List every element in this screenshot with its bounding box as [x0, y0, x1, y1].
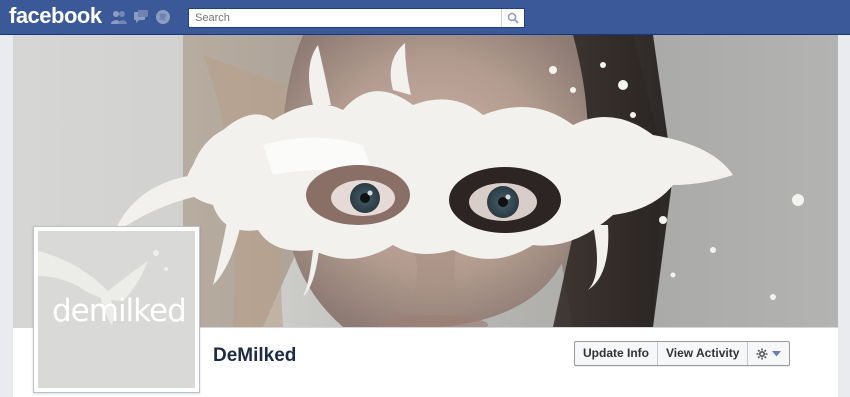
profile-picture[interactable]: demilked [33, 226, 200, 393]
page-margin-left [0, 35, 13, 397]
profile-picture-image: demilked [38, 231, 195, 388]
top-bar: facebook [0, 0, 850, 35]
facebook-logo[interactable]: facebook [9, 3, 102, 29]
search-icon [507, 12, 519, 24]
profile-name[interactable]: DeMilked [213, 345, 296, 367]
settings-dropdown-button[interactable] [748, 342, 789, 365]
profile-actions: Update Info View Activity [574, 341, 791, 366]
view-activity-button[interactable]: View Activity [658, 342, 749, 365]
gear-icon [756, 348, 768, 359]
search-box [188, 8, 525, 28]
search-button[interactable] [501, 9, 524, 27]
notification-jewels [111, 9, 171, 27]
messages-icon[interactable] [133, 9, 149, 25]
page-margin-right [838, 35, 850, 397]
update-info-button[interactable]: Update Info [575, 342, 658, 365]
friend-requests-icon[interactable] [111, 9, 127, 25]
profile-wordmark: demilked [52, 293, 187, 329]
notifications-icon[interactable] [155, 9, 171, 25]
search-input[interactable] [189, 10, 501, 26]
chevron-down-icon [772, 350, 782, 356]
